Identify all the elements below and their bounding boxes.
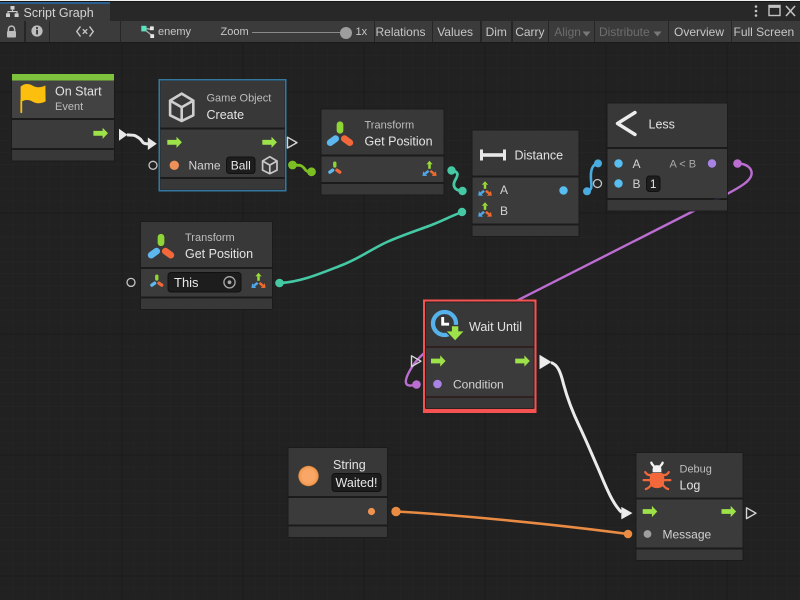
svg-text:Waited!: Waited!	[336, 476, 378, 490]
svg-text:B: B	[633, 177, 641, 191]
svg-text:A < B: A < B	[670, 159, 697, 171]
svg-text:String: String	[333, 458, 366, 472]
svg-text:A: A	[633, 157, 641, 171]
svg-text:Event: Event	[55, 101, 83, 113]
svg-text:1: 1	[650, 179, 656, 191]
svg-text:Transform: Transform	[185, 232, 235, 244]
svg-text:Create: Create	[207, 108, 245, 122]
svg-text:A: A	[500, 183, 508, 197]
svg-text:Get Position: Get Position	[185, 247, 253, 261]
svg-text:Condition: Condition	[453, 377, 504, 391]
svg-text:Log: Log	[680, 479, 701, 493]
svg-text:Debug: Debug	[680, 464, 712, 476]
svg-text:Get Position: Get Position	[365, 135, 433, 149]
svg-text:Wait Until: Wait Until	[469, 320, 522, 334]
svg-text:Name: Name	[189, 159, 221, 173]
svg-text:On Start: On Start	[55, 85, 102, 99]
svg-text:Message: Message	[663, 527, 712, 541]
svg-text:This: This	[174, 275, 199, 290]
svg-text:B: B	[500, 204, 508, 218]
svg-text:Distance: Distance	[515, 149, 564, 163]
svg-text:Less: Less	[649, 118, 675, 132]
svg-text:Game Object: Game Object	[207, 93, 272, 105]
svg-text:Ball: Ball	[231, 159, 251, 173]
svg-text:Transform: Transform	[365, 120, 415, 132]
